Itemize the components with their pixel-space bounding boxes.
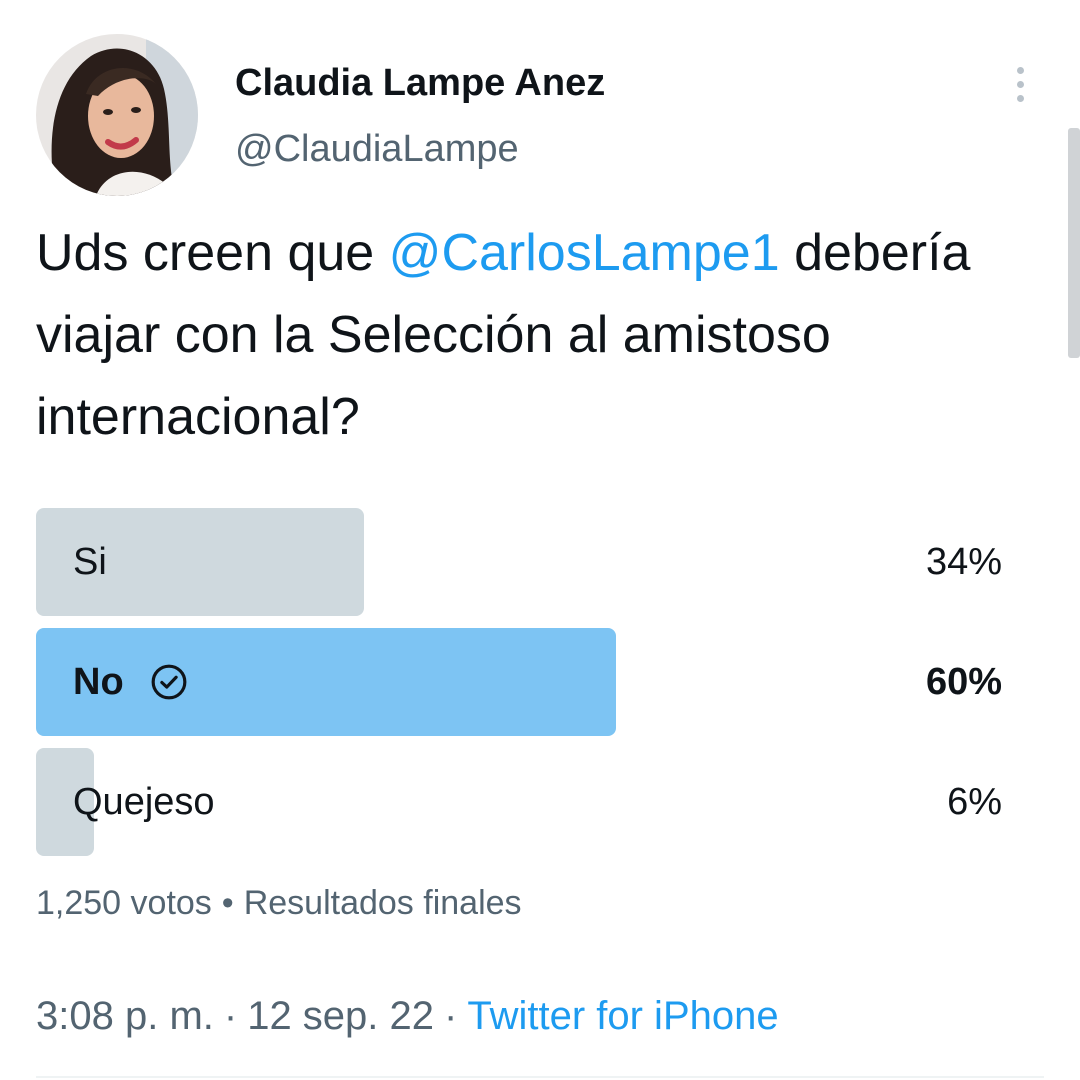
poll-option-label: Si xyxy=(73,508,107,616)
poll-option-text: No xyxy=(73,660,124,703)
poll-option-percent: 60% xyxy=(925,660,1002,703)
poll-summary: 1,250 votos • Resultados finales xyxy=(36,884,522,923)
poll: Si 34% No 60% Quejeso 6% xyxy=(36,508,1002,868)
tweet-text: Uds creen que @CarlosLampe1 debería viaj… xyxy=(36,212,1046,458)
tweet-text-before: Uds creen que xyxy=(36,224,389,282)
poll-option-label: No xyxy=(73,628,188,736)
poll-option: No 60% xyxy=(36,628,1002,736)
timestamp-separator: · xyxy=(444,994,458,1038)
tweet-time[interactable]: 3:08 p. m. xyxy=(36,994,214,1038)
author-name[interactable]: Claudia Lampe Anez xyxy=(235,62,605,105)
poll-option: Quejeso 6% xyxy=(36,748,1002,856)
more-vertical-icon[interactable] xyxy=(1000,60,1040,108)
tweet-source-link[interactable]: Twitter for iPhone xyxy=(467,994,778,1038)
scrollbar-thumb[interactable] xyxy=(1068,128,1080,358)
poll-votes: 1,250 votos xyxy=(36,884,212,922)
more-dot xyxy=(1016,94,1024,102)
poll-option: Si 34% xyxy=(36,508,1002,616)
more-dot xyxy=(1016,80,1024,88)
poll-option-percent: 34% xyxy=(925,540,1002,583)
poll-option-text: Quejeso xyxy=(73,780,215,823)
more-dot xyxy=(1016,66,1024,74)
author-handle[interactable]: @ClaudiaLampe xyxy=(235,128,519,171)
tweet-date[interactable]: 12 sep. 22 xyxy=(247,994,434,1038)
poll-separator: • xyxy=(221,884,234,922)
timestamp-separator: · xyxy=(223,994,238,1038)
avatar-image xyxy=(36,34,198,196)
avatar[interactable] xyxy=(36,34,198,196)
poll-option-text: Si xyxy=(73,540,107,583)
divider xyxy=(36,1076,1044,1078)
poll-option-label: Quejeso xyxy=(73,748,215,856)
mention-link[interactable]: @CarlosLampe1 xyxy=(389,224,780,282)
poll-option-percent: 6% xyxy=(947,780,1002,823)
poll-status: Resultados finales xyxy=(243,884,522,922)
tweet-timestamp: 3:08 p. m. · 12 sep. 22 · Twitter for iPhone xyxy=(36,994,779,1039)
check-circle-icon xyxy=(151,664,187,700)
